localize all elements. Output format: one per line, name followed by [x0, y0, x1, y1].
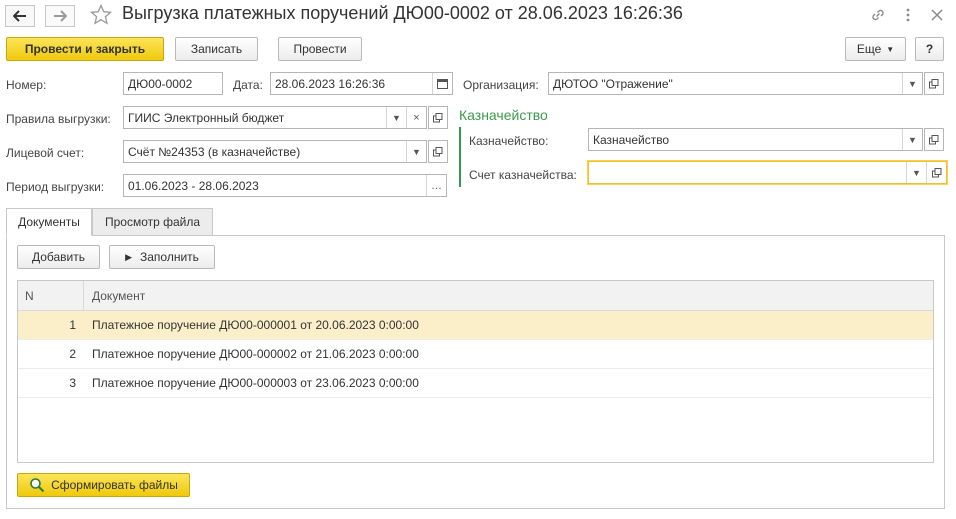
clear-icon[interactable]: ×	[406, 107, 426, 128]
treasury-value: Казначейство	[593, 132, 670, 147]
chevron-down-icon: ▼	[886, 44, 895, 54]
account-label: Лицевой счет:	[6, 146, 85, 160]
row-number: 1	[69, 318, 76, 332]
post-and-close-button[interactable]: Провести и закрыть	[6, 37, 164, 61]
favorite-star-icon[interactable]	[89, 3, 113, 30]
dropdown-icon[interactable]: ▼	[906, 162, 926, 183]
play-icon: ▶	[125, 251, 132, 262]
fill-button-label: Заполнить	[140, 250, 199, 264]
row-document: Платежное поручение ДЮ00-000003 от 23.06…	[92, 376, 419, 390]
column-header-n[interactable]: N	[18, 281, 84, 310]
column-header-document[interactable]: Документ	[84, 289, 145, 303]
number-value: ДЮ00-0002	[128, 76, 193, 91]
organization-value: ДЮТОО "Отражение"	[553, 76, 673, 91]
rules-label: Правила выгрузки:	[6, 112, 111, 126]
table-row[interactable]: 1 Платежное поручение ДЮ00-000001 от 20.…	[18, 311, 933, 340]
generate-files-button[interactable]: Сформировать файлы	[17, 473, 190, 497]
open-organization-button[interactable]	[924, 72, 944, 95]
date-label: Дата:	[233, 78, 263, 92]
number-field[interactable]: ДЮ00-0002	[123, 72, 223, 95]
table-row[interactable]: 2 Платежное поручение ДЮ00-000002 от 21.…	[18, 340, 933, 369]
tab-file-preview[interactable]: Просмотр файла	[92, 208, 213, 236]
arrow-left-icon	[13, 10, 26, 22]
dropdown-icon[interactable]: ▼	[902, 73, 922, 94]
add-button[interactable]: Добавить	[17, 245, 100, 269]
open-icon	[433, 146, 443, 156]
open-icon	[433, 112, 443, 122]
forward-button[interactable]	[45, 5, 75, 27]
calendar-icon[interactable]	[432, 73, 452, 94]
more-vertical-icon[interactable]	[897, 4, 919, 26]
number-label: Номер:	[6, 78, 47, 92]
rules-field[interactable]: ГИИС Электронный бюджет ▼ ×	[123, 106, 427, 129]
window-title: Выгрузка платежных поручений ДЮ00-0002 о…	[122, 3, 683, 23]
arrow-right-icon	[54, 10, 67, 22]
row-number: 2	[69, 347, 76, 361]
more-button[interactable]: Еще ▼	[845, 37, 906, 61]
open-account-button[interactable]	[428, 140, 448, 163]
treasury-label: Казначейство:	[469, 134, 549, 148]
treasury-group-bar	[459, 127, 461, 187]
treasury-account-field[interactable]: ▼	[588, 161, 947, 184]
save-button[interactable]: Записать	[175, 37, 258, 61]
open-icon[interactable]	[926, 162, 946, 183]
treasury-field[interactable]: Казначейство ▼	[588, 128, 923, 151]
organization-label: Организация:	[463, 78, 539, 92]
documents-table: N Документ 1 Платежное поручение ДЮ00-00…	[17, 280, 934, 463]
date-value: 28.06.2023 16:26:36	[275, 76, 386, 91]
tab-documents[interactable]: Документы	[6, 208, 92, 236]
close-icon[interactable]	[926, 4, 948, 26]
row-number: 3	[69, 376, 76, 390]
period-label: Период выгрузки:	[6, 180, 105, 194]
treasury-account-label: Счет казначейства:	[469, 168, 577, 182]
ellipsis-icon[interactable]: …	[426, 175, 446, 196]
date-field[interactable]: 28.06.2023 16:26:36	[270, 72, 453, 95]
row-document: Платежное поручение ДЮ00-000002 от 21.06…	[92, 347, 419, 361]
dropdown-icon[interactable]: ▼	[406, 141, 426, 162]
rules-value: ГИИС Электронный бюджет	[128, 110, 285, 125]
treasury-group-title: Казначейство	[459, 107, 548, 123]
table-header: N Документ	[18, 281, 933, 311]
dropdown-icon[interactable]: ▼	[902, 129, 922, 150]
post-button[interactable]: Провести	[278, 37, 362, 61]
account-value: Счёт №24353 (в казначействе)	[128, 144, 301, 159]
open-rules-button[interactable]	[428, 106, 448, 129]
row-document: Платежное поручение ДЮ00-000001 от 20.06…	[92, 318, 419, 332]
open-icon	[929, 78, 939, 88]
link-icon[interactable]	[867, 4, 889, 26]
open-treasury-button[interactable]	[924, 128, 944, 151]
help-button[interactable]: ?	[915, 37, 944, 61]
table-row[interactable]: 3 Платежное поручение ДЮ00-000003 от 23.…	[18, 369, 933, 398]
open-icon	[929, 134, 939, 144]
fill-button[interactable]: ▶ Заполнить	[109, 245, 215, 269]
period-value: 01.06.2023 - 28.06.2023	[128, 178, 259, 193]
period-field[interactable]: 01.06.2023 - 28.06.2023 …	[123, 174, 447, 197]
back-button[interactable]	[5, 5, 35, 27]
organization-field[interactable]: ДЮТОО "Отражение" ▼	[548, 72, 923, 95]
account-field[interactable]: Счёт №24353 (в казначействе) ▼	[123, 140, 427, 163]
more-button-label: Еще	[856, 42, 882, 56]
generate-files-label: Сформировать файлы	[51, 478, 178, 492]
magnifier-icon	[30, 478, 45, 493]
dropdown-icon[interactable]: ▼	[386, 107, 406, 128]
